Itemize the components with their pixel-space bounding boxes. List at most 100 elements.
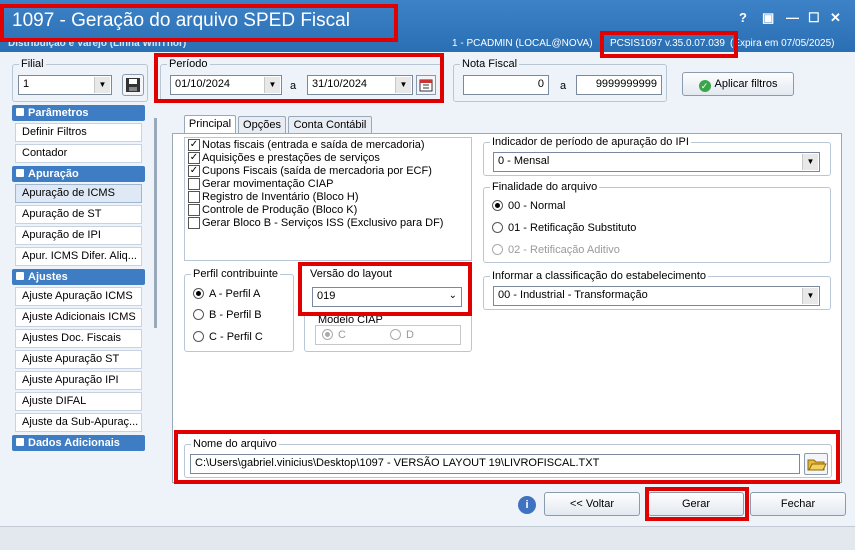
browse-file-button[interactable] [804,453,828,475]
window-title: 1097 - Geração do arquivo SPED Fiscal [12,10,350,31]
file-path-input[interactable]: C:\Users\gabriel.vinicius\Desktop\1097 -… [190,454,800,474]
back-button[interactable]: << Voltar [544,492,640,516]
app-window: 1097 - Geração do arquivo SPED Fiscal Di… [0,0,855,550]
radio-perfil-b[interactable] [193,309,204,320]
radio-finalidade-normal[interactable] [492,200,503,211]
calendar-icon [419,79,433,92]
help-icon[interactable]: ? [739,10,747,25]
sidebar-group-label: Dados Adicionais [28,437,120,449]
sidebar-item-definir-filtros[interactable]: Definir Filtros [15,123,142,142]
radio-finalidade-substituto[interactable] [492,222,503,233]
expiration-info: (Expira em 07/05/2025) [730,38,835,49]
filial-legend: Filial [21,58,44,70]
version-info: PCSIS1097 v.35.0.07.039 [610,38,725,49]
sidebar-scrollbar[interactable] [154,118,157,328]
radio-ciap-d[interactable] [390,329,401,340]
sidebar-item-ajuste-sub-apuracao[interactable]: Ajuste da Sub-Apuraç... [15,413,142,432]
sidebar-item-ajuste-adicionais-icms[interactable]: Ajuste Adicionais ICMS [15,308,142,327]
radio-perfil-a[interactable] [193,288,204,299]
restore-icon[interactable]: ▣ [762,10,774,26]
tab-principal[interactable]: Principal [184,115,236,134]
classificacao-select[interactable]: 00 - Industrial - Transformação ▼ [493,286,820,306]
sidebar-item-ajustes-doc-fiscais[interactable]: Ajustes Doc. Fiscais [15,329,142,348]
sidebar-group-parametros[interactable]: Parâmetros [12,105,145,121]
close-button[interactable]: Fechar [750,492,846,516]
ipi-period-select[interactable]: 0 - Mensal ▼ [493,152,820,172]
check-circle-icon: ✓ [698,80,711,92]
tab-conta-contabil[interactable]: Conta Contábil [288,116,372,134]
periodo-start-value: 01/10/2024 [175,78,231,90]
title-bar: 1097 - Geração do arquivo SPED Fiscal Di… [0,0,855,52]
radio-label: B - Perfil B [209,309,262,321]
finalidade-legend: Finalidade do arquivo [492,181,598,193]
collapse-icon [16,438,24,446]
classificacao-legend: Informar a classificação do estabelecime… [492,270,706,282]
sidebar-item-ajuste-difal[interactable]: Ajuste DIFAL [15,392,142,411]
sidebar-group-label: Ajustes [28,271,68,283]
sidebar-item-apuracao-icms[interactable]: Apuração de ICMS [15,184,142,203]
sidebar-item-apuracao-ipi[interactable]: Apuração de IPI [15,226,142,245]
sidebar-item-ajuste-apuracao-st[interactable]: Ajuste Apuração ST [15,350,142,369]
sidebar-group-ajustes[interactable]: Ajustes [12,269,145,285]
periodo-end-value: 31/10/2024 [312,78,368,90]
checkbox-bloco-h[interactable] [188,191,200,203]
radio-label: 01 - Retificação Substituto [508,222,637,234]
checkbox-notas-fiscais[interactable]: ✓ [188,139,200,151]
radio-ciap-c[interactable] [322,329,333,340]
checkbox-cupons-fiscais[interactable]: ✓ [188,165,200,177]
sidebar-item-ajuste-apuracao-icms[interactable]: Ajuste Apuração ICMS [15,287,142,306]
radio-finalidade-aditivo[interactable] [492,244,503,255]
sidebar-group-label: Parâmetros [28,107,89,119]
checkbox-label: Aquisições e prestações de serviços [202,152,380,164]
classificacao-value: 00 - Industrial - Transformação [498,289,648,301]
save-filial-button[interactable] [122,74,144,96]
sidebar-item-contador[interactable]: Contador [15,144,142,163]
nota-fiscal-start-input[interactable]: 0 [463,75,549,95]
checkbox-ciap[interactable] [188,178,200,190]
checkbox-aquisicoes[interactable]: ✓ [188,152,200,164]
radio-label: C [338,329,346,341]
radio-label: A - Perfil A [209,288,261,300]
sidebar-group-label: Apuração [28,168,79,180]
close-window-icon[interactable]: ✕ [830,10,841,26]
radio-label: D [406,329,414,341]
collapse-icon [16,108,24,116]
checkbox-bloco-b[interactable] [188,217,200,229]
periodo-end-date[interactable]: 31/10/2024 ▼ [307,75,413,95]
floppy-disk-icon [126,78,140,92]
sidebar-group-apuracao[interactable]: Apuração [12,166,145,182]
periodo-legend: Período [169,58,208,70]
checkbox-label: Cupons Fiscais (saída de mercadoria por … [202,165,432,177]
periodo-start-date[interactable]: 01/10/2024 ▼ [170,75,282,95]
maximize-icon[interactable]: ☐ [808,10,820,26]
sidebar-item-apuracao-st[interactable]: Apuração de ST [15,205,142,224]
layout-legend: Versão do layout [310,268,392,280]
window-subtitle: Distribuição e Varejo (Linha WinThor) [8,38,187,49]
calendar-button[interactable] [416,75,436,95]
info-icon[interactable]: i [518,496,536,514]
chevron-down-icon: ▼ [802,288,818,304]
filial-select[interactable]: 1 ▼ [18,75,112,95]
layout-version-select[interactable]: 019 ⌄ [312,287,462,307]
sidebar-group-dados-adicionais[interactable]: Dados Adicionais [12,435,145,451]
tab-opcoes[interactable]: Opções [238,116,286,134]
arquivo-legend: Nome do arquivo [193,438,277,450]
chevron-down-icon: ▼ [264,77,280,93]
periodo-separator: a [290,80,297,92]
chevron-down-icon: ⌄ [448,290,457,301]
checkbox-bloco-k[interactable] [188,204,200,216]
apply-filters-button[interactable]: ✓ Aplicar filtros [682,72,794,96]
generate-button[interactable]: Gerar [648,492,744,516]
apply-filters-label: Aplicar filtros [714,78,778,90]
chevron-down-icon: ▼ [94,77,110,93]
checkbox-label: Controle de Produção (Bloco K) [202,204,358,216]
minimize-icon[interactable]: — [786,10,799,25]
sidebar-item-apur-icms-difer[interactable]: Apur. ICMS Difer. Aliq... [15,247,142,266]
nota-fiscal-end-input[interactable]: 9999999999 [576,75,662,95]
ciap-options [315,325,461,345]
sidebar-item-ajuste-apuracao-ipi[interactable]: Ajuste Apuração IPI [15,371,142,390]
nota-fiscal-separator: a [560,80,567,92]
checkbox-label: Gerar movimentação CIAP [202,178,334,190]
radio-perfil-c[interactable] [193,331,204,342]
radio-label: 02 - Retificação Aditivo [508,244,620,256]
